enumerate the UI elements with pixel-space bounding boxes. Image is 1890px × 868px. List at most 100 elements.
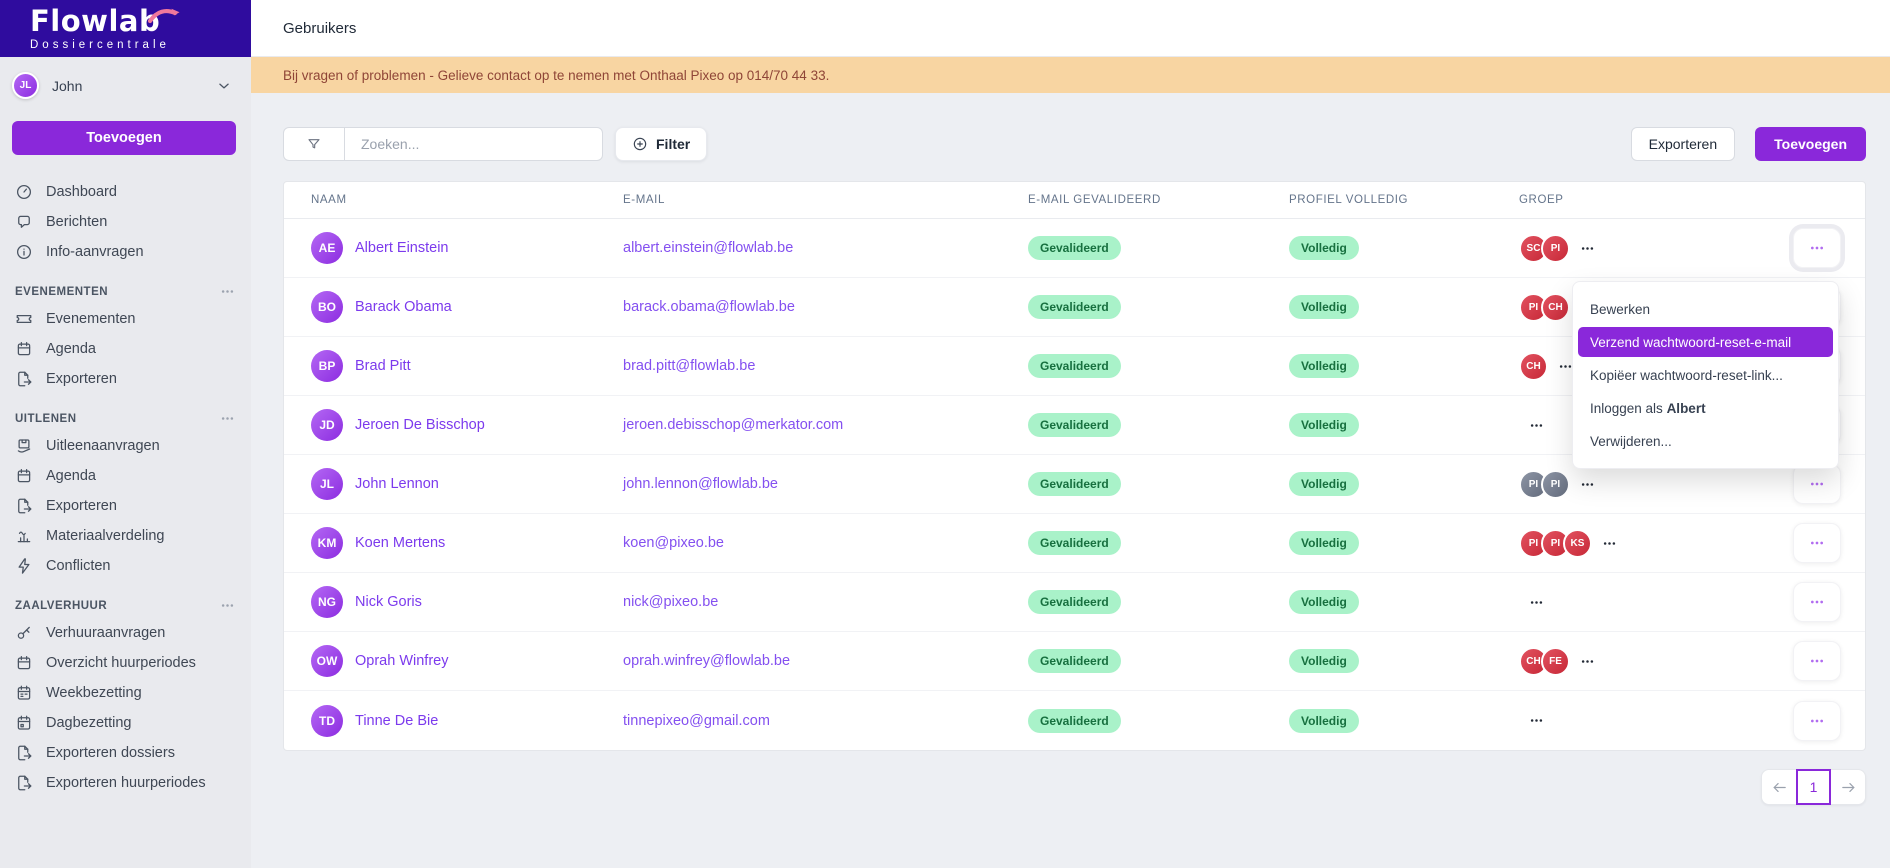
logo: Flowlab Dossiercentrale bbox=[0, 0, 251, 57]
prev-page-button[interactable] bbox=[1762, 770, 1796, 804]
chevron-down-icon[interactable] bbox=[215, 77, 233, 95]
sidebar-item-exporteren[interactable]: Exporteren bbox=[0, 491, 251, 521]
sidebar-item-uitleenaanvragen[interactable]: Uitleenaanvragen bbox=[0, 431, 251, 461]
sidebar-item-evenementen[interactable]: Evenementen bbox=[0, 304, 251, 334]
sidebar-add-button[interactable]: Toevoegen bbox=[12, 121, 236, 155]
group-avatar: FE bbox=[1541, 647, 1570, 676]
row-actions-button[interactable] bbox=[1793, 523, 1841, 563]
user-email-link[interactable]: brad.pitt@flowlab.be bbox=[623, 358, 755, 374]
brand-text: Flowlab bbox=[30, 4, 160, 38]
brand-name: Flowlab bbox=[30, 7, 160, 36]
user-email-link[interactable]: barack.obama@flowlab.be bbox=[623, 299, 795, 315]
calendar-icon bbox=[15, 467, 33, 485]
context-menu-item-verzend-wachtwoord-reset-e-mail[interactable]: Verzend wachtwoord-reset-e-mail bbox=[1578, 327, 1833, 357]
section-options-icon[interactable] bbox=[220, 284, 235, 299]
user-email-link[interactable]: oprah.winfrey@flowlab.be bbox=[623, 653, 790, 669]
sidebar-item-exporteren-dossiers[interactable]: Exporteren dossiers bbox=[0, 738, 251, 768]
search-input[interactable] bbox=[345, 128, 602, 160]
sidebar-item-label: Agenda bbox=[46, 468, 96, 484]
arrow-left-icon bbox=[1771, 779, 1788, 796]
email-validated-badge: Gevalideerd bbox=[1028, 531, 1121, 555]
row-actions-button[interactable] bbox=[1793, 701, 1841, 741]
profile-complete-badge: Volledig bbox=[1289, 413, 1359, 437]
sidebar-item-verhuuraanvragen[interactable]: Verhuuraanvragen bbox=[0, 618, 251, 648]
user-email-link[interactable]: albert.einstein@flowlab.be bbox=[623, 240, 793, 256]
user-name-link[interactable]: Tinne De Bie bbox=[355, 713, 438, 729]
sidebar-item-agenda[interactable]: Agenda bbox=[0, 461, 251, 491]
sidebar-item-info-aanvragen[interactable]: Info-aanvragen bbox=[0, 237, 251, 267]
sidebar-item-overzicht-huurperiodes[interactable]: Overzicht huurperiodes bbox=[0, 648, 251, 678]
sidebar-item-berichten[interactable]: Berichten bbox=[0, 207, 251, 237]
sidebar-section-uitlenen: UITLENEN Uitleenaanvragen Agenda Exporte… bbox=[0, 411, 251, 581]
filter-button[interactable]: Filter bbox=[615, 127, 707, 161]
info-icon bbox=[15, 243, 33, 261]
search-group bbox=[283, 127, 603, 161]
sidebar-section-title: EVENEMENTEN bbox=[15, 286, 108, 298]
group-overflow-icon bbox=[1580, 477, 1595, 492]
gauge-icon bbox=[15, 183, 33, 201]
column-header-e-mail: E-MAIL bbox=[623, 194, 1028, 206]
lend-icon bbox=[15, 437, 33, 455]
user-name-link[interactable]: Albert Einstein bbox=[355, 240, 449, 256]
sidebar-item-weekbezetting[interactable]: Weekbezetting bbox=[0, 678, 251, 708]
export-icon bbox=[15, 370, 33, 388]
user-email-link[interactable]: tinnepixeo@gmail.com bbox=[623, 713, 770, 729]
user-name-link[interactable]: Barack Obama bbox=[355, 299, 452, 315]
table-row: NG Nick Goris nick@pixeo.be Gevalideerd … bbox=[284, 573, 1865, 632]
context-menu-item-verwijderen[interactable]: Verwijderen... bbox=[1578, 426, 1833, 456]
section-options-icon[interactable] bbox=[220, 411, 235, 426]
user-name-link[interactable]: Oprah Winfrey bbox=[355, 653, 448, 669]
row-avatar: AE bbox=[311, 232, 343, 264]
sidebar-item-materiaalverdeling[interactable]: Materiaalverdeling bbox=[0, 521, 251, 551]
row-actions-button[interactable] bbox=[1793, 582, 1841, 622]
sidebar-item-agenda[interactable]: Agenda bbox=[0, 334, 251, 364]
sidebar-item-label: Exporteren dossiers bbox=[46, 745, 175, 761]
user-email-link[interactable]: koen@pixeo.be bbox=[623, 535, 724, 551]
profile-complete-badge: Volledig bbox=[1289, 236, 1359, 260]
profile-complete-badge: Volledig bbox=[1289, 649, 1359, 673]
user-name-link[interactable]: Koen Mertens bbox=[355, 535, 445, 551]
notice-banner: Bij vragen of problemen - Gelieve contac… bbox=[251, 57, 1890, 93]
sidebar-item-label: Verhuuraanvragen bbox=[46, 625, 165, 641]
calendar-icon bbox=[15, 654, 33, 672]
row-actions-button[interactable] bbox=[1793, 464, 1841, 504]
row-actions-button[interactable] bbox=[1793, 641, 1841, 681]
export-button[interactable]: Exporteren bbox=[1631, 127, 1735, 161]
calendar-day-icon bbox=[15, 714, 33, 732]
row-avatar: BO bbox=[311, 291, 343, 323]
sidebar-item-dashboard[interactable]: Dashboard bbox=[0, 177, 251, 207]
context-menu-item-bewerken[interactable]: Bewerken bbox=[1578, 294, 1833, 324]
sidebar-section-title: ZAALVERHUUR bbox=[15, 600, 107, 612]
context-menu-item-kopi-er-wachtwoord-reset-link[interactable]: Kopiëer wachtwoord-reset-link... bbox=[1578, 360, 1833, 390]
context-menu-item-inloggen-als-albert[interactable]: Inloggen als Albert bbox=[1578, 393, 1833, 423]
user-menu[interactable]: JL John bbox=[0, 57, 251, 105]
profile-complete-badge: Volledig bbox=[1289, 354, 1359, 378]
user-name-link[interactable]: John Lennon bbox=[355, 476, 439, 492]
group-cell: PIPI bbox=[1519, 470, 1785, 499]
bolt-icon bbox=[15, 557, 33, 575]
user-name-link[interactable]: Nick Goris bbox=[355, 594, 422, 610]
filter-funnel-button[interactable] bbox=[284, 128, 345, 160]
user-email-link[interactable]: john.lennon@flowlab.be bbox=[623, 476, 778, 492]
next-page-button[interactable] bbox=[1831, 770, 1865, 804]
group-avatar: CH bbox=[1519, 352, 1548, 381]
user-email-link[interactable]: jeroen.debisschop@merkator.com bbox=[623, 417, 843, 433]
sidebar-item-dagbezetting[interactable]: Dagbezetting bbox=[0, 708, 251, 738]
current-page[interactable]: 1 bbox=[1796, 769, 1831, 805]
ellipsis-icon bbox=[1809, 240, 1825, 256]
row-actions-button[interactable] bbox=[1793, 228, 1841, 268]
group-cell bbox=[1519, 713, 1785, 728]
sidebar-item-exporteren-huurperiodes[interactable]: Exporteren huurperiodes bbox=[0, 768, 251, 798]
sidebar-item-exporteren[interactable]: Exporteren bbox=[0, 364, 251, 394]
user-name-link[interactable]: Brad Pitt bbox=[355, 358, 411, 374]
section-options-icon[interactable] bbox=[220, 598, 235, 613]
user-name-link[interactable]: Jeroen De Bisschop bbox=[355, 417, 485, 433]
group-overflow-icon bbox=[1580, 654, 1595, 669]
profile-complete-badge: Volledig bbox=[1289, 472, 1359, 496]
group-avatar: CH bbox=[1541, 293, 1570, 322]
user-email-link[interactable]: nick@pixeo.be bbox=[623, 594, 718, 610]
sidebar-item-label: Info-aanvragen bbox=[46, 244, 144, 260]
add-user-button[interactable]: Toevoegen bbox=[1755, 127, 1866, 161]
sidebar-item-conflicten[interactable]: Conflicten bbox=[0, 551, 251, 581]
ellipsis-icon bbox=[1809, 653, 1825, 669]
